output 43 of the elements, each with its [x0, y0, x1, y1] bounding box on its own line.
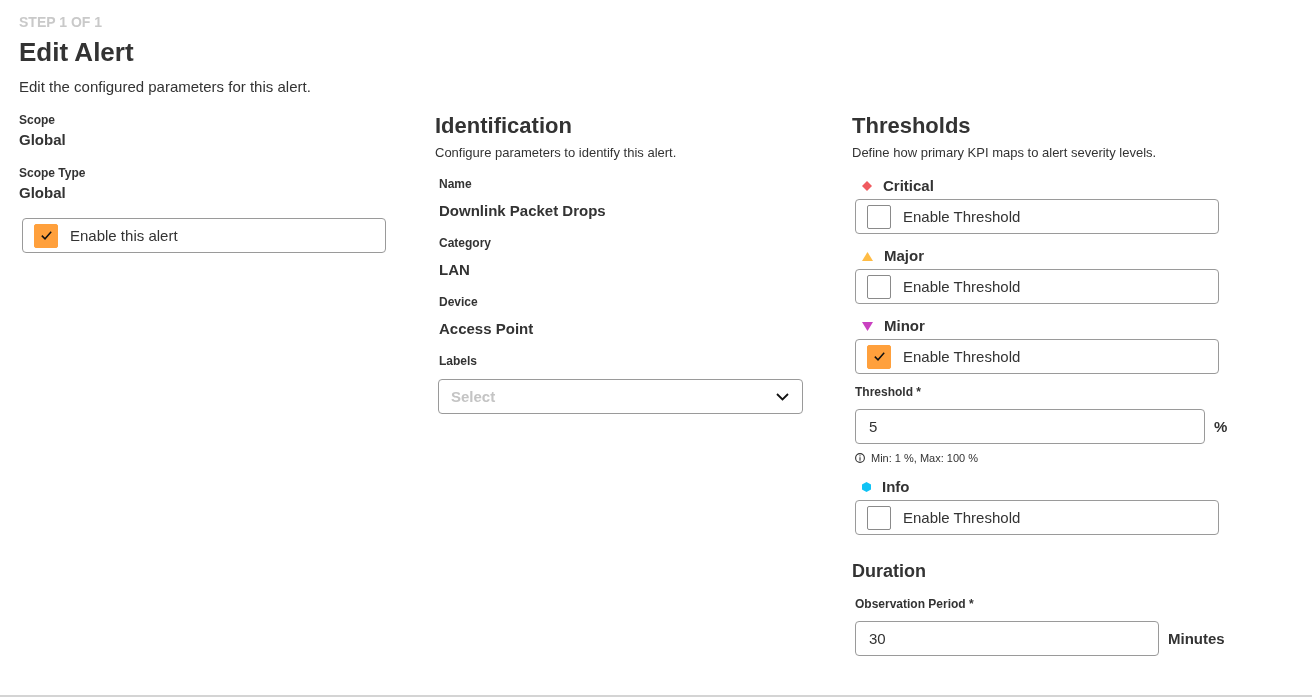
severity-label: Info [882, 478, 910, 496]
chevron-down-icon [776, 392, 789, 401]
enable-threshold-checkbox[interactable]: Enable Threshold [855, 269, 1219, 304]
checkbox[interactable] [867, 274, 891, 299]
enable-threshold-checkbox[interactable]: Enable Threshold [855, 500, 1219, 535]
check-icon [873, 352, 885, 361]
field-label: Threshold * [855, 385, 921, 399]
section-heading: Thresholds [852, 113, 971, 139]
field-label: Observation Period * [855, 597, 974, 611]
enable-threshold-checkbox[interactable]: Enable Threshold [855, 339, 1219, 374]
section-description: Define how primary KPI maps to alert severity levels. [852, 145, 1157, 161]
field-value: Global [19, 131, 66, 149]
unit-label: Minutes [1168, 630, 1225, 647]
hint-text: Min: 1 %, Max: 100 % [871, 451, 978, 465]
severity-label: Minor [884, 317, 925, 335]
field-value: Downlink Packet Drops [439, 202, 606, 220]
field-label: Device [439, 295, 478, 309]
severity-label: Major [884, 247, 924, 265]
observation-period-input[interactable]: 30 [855, 621, 1159, 656]
info-icon [855, 453, 865, 463]
section-heading: Identification [435, 113, 572, 139]
field-label: Labels [439, 354, 477, 368]
section-heading: Duration [852, 560, 926, 582]
field-label: Category [439, 236, 491, 250]
checkbox[interactable] [867, 204, 891, 229]
checkbox[interactable] [34, 223, 58, 248]
enable-threshold-checkbox[interactable]: Enable Threshold [855, 199, 1219, 234]
checkbox[interactable] [867, 505, 891, 530]
field-label: Name [439, 177, 472, 191]
field-label: Scope Type [19, 166, 86, 180]
field-value: Global [19, 184, 66, 202]
field-value: LAN [439, 261, 470, 279]
field-label: Scope [19, 113, 55, 127]
enable-alert-checkbox[interactable]: Enable this alert [22, 218, 386, 253]
check-icon [40, 231, 52, 240]
field-value: Access Point [439, 320, 534, 338]
threshold-input[interactable]: 5 [855, 409, 1205, 444]
checkbox[interactable] [867, 344, 891, 369]
severity-label: Critical [883, 177, 934, 195]
page-description: Edit the configured parameters for this alert. [19, 78, 311, 96]
page-title: Edit Alert [19, 37, 134, 67]
unit-label: % [1214, 418, 1228, 435]
section-description: Configure parameters to identify this alert. [435, 145, 677, 161]
